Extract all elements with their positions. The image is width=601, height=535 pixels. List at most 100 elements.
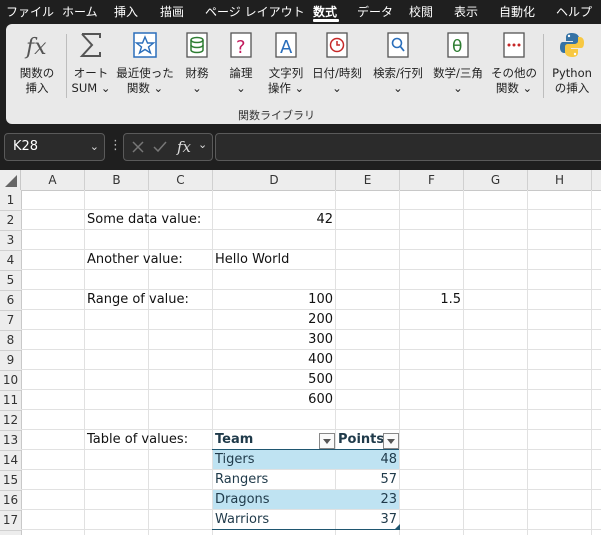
- filter-dropdown-points[interactable]: [383, 433, 399, 449]
- tab-formulas[interactable]: 数式: [313, 3, 337, 20]
- dropdown-arrow-icon: [323, 439, 331, 444]
- lookup-reference-button[interactable]: 検索/行列 ⌄: [367, 24, 429, 124]
- table-row-3-team[interactable]: Dragons: [215, 490, 270, 510]
- insert-function-button[interactable]: fx 関数の 挿入: [12, 24, 62, 124]
- cell-d10[interactable]: 500: [213, 370, 333, 390]
- gridline: [463, 190, 464, 535]
- row-header-1[interactable]: 1: [0, 190, 21, 211]
- tab-view[interactable]: 表示: [454, 3, 478, 20]
- table-row-2-team[interactable]: Rangers: [215, 470, 268, 490]
- cell-b2[interactable]: Some data value:: [87, 210, 201, 230]
- row-header-11[interactable]: 11: [0, 390, 21, 411]
- row-header-16[interactable]: 16: [0, 490, 21, 511]
- logical-label-2: ⌄: [236, 81, 246, 95]
- cell-f6[interactable]: 1.5: [400, 290, 461, 310]
- table-row-2-points[interactable]: 57: [336, 470, 397, 490]
- math-trig-button[interactable]: θ 数学/三角 ⌄: [428, 24, 488, 124]
- column-header-a[interactable]: A: [21, 170, 85, 190]
- lookup-label-1: 検索/行列: [373, 66, 423, 80]
- recently-used-label-1: 最近使った: [116, 66, 174, 80]
- tab-automate[interactable]: 自動化: [499, 3, 535, 20]
- filter-dropdown-team[interactable]: [319, 433, 335, 449]
- column-header-f[interactable]: F: [400, 170, 464, 190]
- table-header-team[interactable]: Team: [215, 430, 253, 450]
- tab-page-layout[interactable]: ページ レイアウト: [205, 3, 305, 20]
- date-time-label-1: 日付/時刻: [312, 66, 362, 80]
- cell-d9[interactable]: 400: [213, 350, 333, 370]
- tab-review[interactable]: 校閲: [409, 3, 433, 20]
- autosum-label-1: オート: [73, 66, 109, 80]
- date-time-label-2: ⌄: [332, 81, 342, 95]
- row-header-6[interactable]: 6: [0, 290, 21, 311]
- formula-input[interactable]: [215, 133, 601, 161]
- dropdown-arrow-icon: [387, 439, 395, 444]
- cell-area[interactable]: Some data value: 42 Another value: Hello…: [21, 190, 601, 535]
- table-row-4-points[interactable]: 37: [336, 510, 397, 530]
- column-header-g[interactable]: G: [464, 170, 528, 190]
- row-header-12[interactable]: 12: [0, 410, 21, 431]
- cell-b13[interactable]: Table of values:: [87, 430, 188, 450]
- name-box[interactable]: K28 ⌄: [4, 133, 105, 161]
- table-header-points[interactable]: Points: [338, 430, 384, 450]
- cell-d7[interactable]: 200: [213, 310, 333, 330]
- svg-text:fx: fx: [24, 35, 47, 60]
- insert-python-button[interactable]: Python の挿入: [546, 24, 598, 124]
- row-header-13[interactable]: 13: [0, 430, 21, 451]
- cell-d4[interactable]: Hello World: [215, 250, 289, 270]
- date-time-button[interactable]: 日付/時刻 ⌄: [308, 24, 366, 124]
- row-header-15[interactable]: 15: [0, 470, 21, 491]
- row-header-17[interactable]: 17: [0, 510, 21, 531]
- tab-data[interactable]: データ: [357, 3, 393, 20]
- ribbon: fx 関数の 挿入 オート SUM ⌄ 最近使った 関数 ⌄ 財務 ⌄ ? 論理…: [6, 24, 601, 124]
- table-resize-handle-icon[interactable]: [394, 524, 400, 530]
- more-functions-button[interactable]: その他の 関数 ⌄: [486, 24, 542, 124]
- row-header-10[interactable]: 10: [0, 370, 21, 391]
- formula-actions: fx ⌄: [123, 133, 213, 161]
- tab-insert[interactable]: 挿入: [114, 3, 138, 20]
- tab-draw[interactable]: 描画: [160, 3, 184, 20]
- more-options-icon[interactable]: ⋮: [109, 138, 122, 153]
- row-header-3[interactable]: 3: [0, 230, 21, 251]
- table-row-1-points[interactable]: 48: [336, 450, 397, 470]
- math-trig-label-1: 数学/三角: [433, 66, 483, 80]
- gridline: [527, 190, 528, 535]
- row-header-9[interactable]: 9: [0, 350, 21, 371]
- row-header-5[interactable]: 5: [0, 270, 21, 291]
- cell-d6[interactable]: 100: [213, 290, 333, 310]
- magnifier-book-icon: [387, 32, 409, 58]
- cell-d2[interactable]: 42: [213, 210, 333, 230]
- active-tab-indicator: [313, 19, 339, 22]
- column-header-b[interactable]: B: [85, 170, 149, 190]
- table-row-1-team[interactable]: Tigers: [215, 450, 255, 470]
- autosum-button[interactable]: オート SUM ⌄: [68, 24, 114, 124]
- row-header-8[interactable]: 8: [0, 330, 21, 351]
- column-header-c[interactable]: C: [149, 170, 213, 190]
- row-header-2[interactable]: 2: [0, 210, 21, 231]
- gridline: [148, 190, 149, 535]
- recently-used-button[interactable]: 最近使った 関数 ⌄: [114, 24, 176, 124]
- chevron-down-icon[interactable]: ⌄: [90, 140, 99, 153]
- row-header-7[interactable]: 7: [0, 310, 21, 331]
- cell-d8[interactable]: 300: [213, 330, 333, 350]
- column-header-h[interactable]: H: [528, 170, 592, 190]
- gridline: [399, 190, 400, 535]
- table-row-4-team[interactable]: Warriors: [215, 510, 269, 530]
- enter-check-icon[interactable]: [152, 139, 168, 155]
- cancel-icon[interactable]: [130, 139, 146, 155]
- tab-file[interactable]: ファイル: [6, 3, 54, 20]
- select-all-corner[interactable]: [0, 170, 21, 190]
- row-header-14[interactable]: 14: [0, 450, 21, 471]
- function-library-group-label: 関数ライブラリ: [238, 109, 315, 122]
- column-header-d[interactable]: D: [213, 170, 336, 190]
- cell-b4[interactable]: Another value:: [87, 250, 183, 270]
- column-header-e[interactable]: E: [336, 170, 400, 190]
- tab-home[interactable]: ホーム: [62, 3, 98, 20]
- table-row-3-points[interactable]: 23: [336, 490, 397, 510]
- insert-function-icon[interactable]: fx: [176, 137, 198, 157]
- row-header-4[interactable]: 4: [0, 250, 21, 271]
- tab-help[interactable]: ヘルプ: [556, 3, 592, 20]
- financial-button[interactable]: 財務 ⌄: [176, 24, 218, 124]
- chevron-down-icon[interactable]: ⌄: [198, 138, 207, 151]
- cell-d11[interactable]: 600: [213, 390, 333, 410]
- cell-b6[interactable]: Range of value:: [87, 290, 189, 310]
